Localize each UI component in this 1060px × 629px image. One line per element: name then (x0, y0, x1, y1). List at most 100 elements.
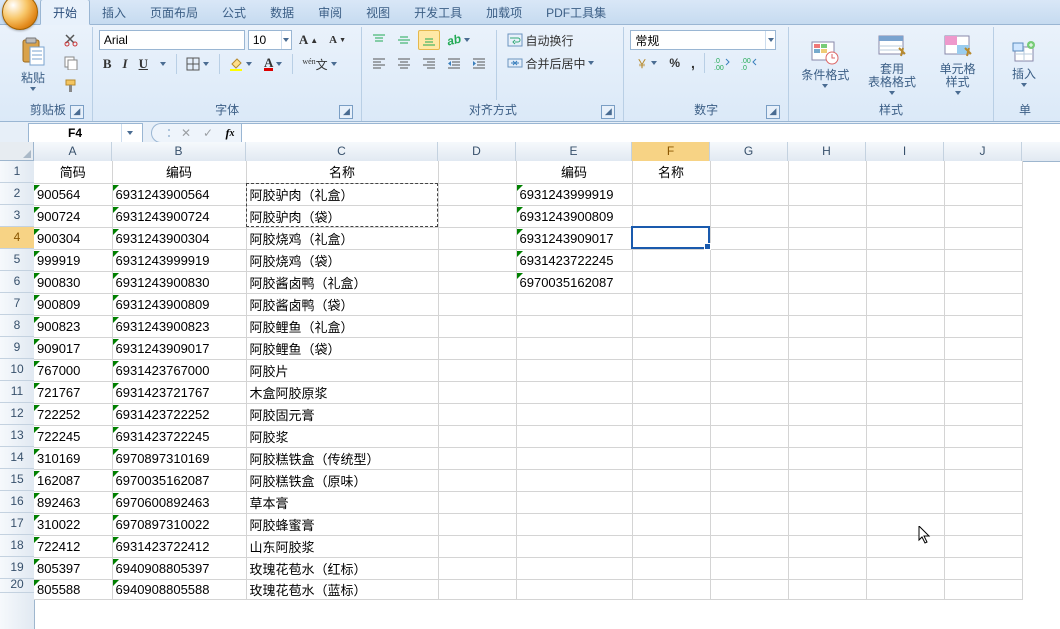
cell[interactable]: 6970897310169 (112, 447, 246, 469)
cell[interactable]: 6970897310022 (112, 513, 246, 535)
cell[interactable] (438, 205, 516, 227)
select-all-button[interactable] (0, 142, 34, 161)
cell[interactable] (710, 513, 788, 535)
cell[interactable]: 6931243900724 (112, 205, 246, 227)
cell[interactable]: 玫瑰花苞水（红标） (246, 557, 438, 579)
insert-function-button[interactable]: fx (219, 124, 241, 142)
cell[interactable] (866, 535, 944, 557)
cell[interactable] (788, 579, 866, 599)
number-format-input[interactable] (631, 31, 765, 49)
cell[interactable] (438, 579, 516, 599)
cell[interactable] (788, 513, 866, 535)
cell[interactable] (516, 359, 632, 381)
cell[interactable]: 900823 (34, 315, 112, 337)
cell[interactable] (438, 535, 516, 557)
row-header-5[interactable]: 5 (0, 249, 34, 271)
cell[interactable] (944, 359, 1022, 381)
cell[interactable] (516, 337, 632, 359)
cell[interactable] (632, 447, 710, 469)
row-header-11[interactable]: 11 (0, 381, 34, 403)
cell[interactable]: 阿胶糕铁盒（原味） (246, 469, 438, 491)
grow-font-button[interactable]: A▲ (295, 30, 322, 50)
font-name-combo[interactable] (99, 30, 245, 50)
cell[interactable] (710, 293, 788, 315)
row-header-12[interactable]: 12 (0, 403, 34, 425)
cell[interactable]: 阿胶鲤鱼（礼盒） (246, 315, 438, 337)
cut-button[interactable] (60, 30, 82, 50)
font-dialog-launcher[interactable]: ◢ (339, 105, 353, 119)
cell[interactable] (632, 359, 710, 381)
cell[interactable] (516, 513, 632, 535)
tab-2[interactable]: 页面布局 (138, 0, 210, 24)
cell[interactable] (710, 161, 788, 183)
row-header-2[interactable]: 2 (0, 183, 34, 205)
col-header-E[interactable]: E (516, 142, 632, 161)
cell[interactable]: 6931243900830 (112, 271, 246, 293)
cell[interactable]: 6931243900564 (112, 183, 246, 205)
cell[interactable] (516, 293, 632, 315)
cell[interactable] (788, 183, 866, 205)
row-headers[interactable]: 1234567891011121314151617181920 (0, 161, 35, 629)
decrease-decimal-button[interactable]: .00.0 (737, 53, 761, 73)
cell[interactable] (866, 205, 944, 227)
align-right-button[interactable] (418, 53, 440, 73)
cell[interactable] (944, 557, 1022, 579)
cell[interactable] (710, 491, 788, 513)
cell[interactable] (788, 557, 866, 579)
cell[interactable]: 6931423722412 (112, 535, 246, 557)
cell[interactable] (710, 205, 788, 227)
cell[interactable] (944, 381, 1022, 403)
cell[interactable] (710, 403, 788, 425)
column-headers[interactable]: ABCDEFGHIJ (34, 142, 1060, 162)
cell[interactable]: 900564 (34, 183, 112, 205)
cell[interactable] (866, 381, 944, 403)
cell[interactable] (438, 447, 516, 469)
percent-button[interactable]: % (665, 53, 684, 73)
cell[interactable] (944, 491, 1022, 513)
cell[interactable]: 阿胶驴肉（袋） (246, 205, 438, 227)
number-dialog-launcher[interactable]: ◢ (766, 105, 780, 119)
cell[interactable] (788, 337, 866, 359)
cell[interactable]: 6931423721767 (112, 381, 246, 403)
cell[interactable] (944, 337, 1022, 359)
cell[interactable]: 6931243900823 (112, 315, 246, 337)
row-header-13[interactable]: 13 (0, 425, 34, 447)
cell[interactable] (438, 293, 516, 315)
cell[interactable]: 简码 (34, 161, 112, 183)
col-header-F[interactable]: F (632, 142, 710, 161)
cell[interactable] (944, 403, 1022, 425)
cell[interactable]: 6931243900809 (516, 205, 632, 227)
cell[interactable]: 阿胶酱卤鸭（礼盒） (246, 271, 438, 293)
cell[interactable] (438, 403, 516, 425)
conditional-format-button[interactable]: 条件格式 (795, 30, 856, 100)
cell[interactable] (788, 403, 866, 425)
cell[interactable] (632, 205, 710, 227)
cell[interactable]: 编码 (516, 161, 632, 183)
cell[interactable]: 721767 (34, 381, 112, 403)
cell[interactable]: 900809 (34, 293, 112, 315)
cell[interactable]: 草本膏 (246, 491, 438, 513)
clipboard-dialog-launcher[interactable]: ◢ (70, 105, 84, 119)
copy-button[interactable] (60, 53, 82, 73)
cell[interactable]: 6931423767000 (112, 359, 246, 381)
align-bottom-button[interactable] (418, 30, 440, 50)
cell[interactable] (438, 425, 516, 447)
cell[interactable] (438, 381, 516, 403)
row-header-6[interactable]: 6 (0, 271, 34, 293)
col-header-A[interactable]: A (34, 142, 112, 161)
cell[interactable] (710, 359, 788, 381)
underline-button[interactable]: U (135, 54, 152, 74)
col-header-G[interactable]: G (710, 142, 788, 161)
cell[interactable] (632, 579, 710, 599)
cell[interactable] (516, 381, 632, 403)
cell[interactable]: 900304 (34, 227, 112, 249)
cell[interactable] (632, 403, 710, 425)
cell[interactable] (944, 183, 1022, 205)
row-header-15[interactable]: 15 (0, 469, 34, 491)
cell[interactable]: 6940908805588 (112, 579, 246, 599)
align-dialog-launcher[interactable]: ◢ (601, 105, 615, 119)
cell[interactable]: 阿胶鲤鱼（袋） (246, 337, 438, 359)
cell[interactable] (866, 447, 944, 469)
cell[interactable] (788, 315, 866, 337)
cell[interactable] (710, 579, 788, 599)
